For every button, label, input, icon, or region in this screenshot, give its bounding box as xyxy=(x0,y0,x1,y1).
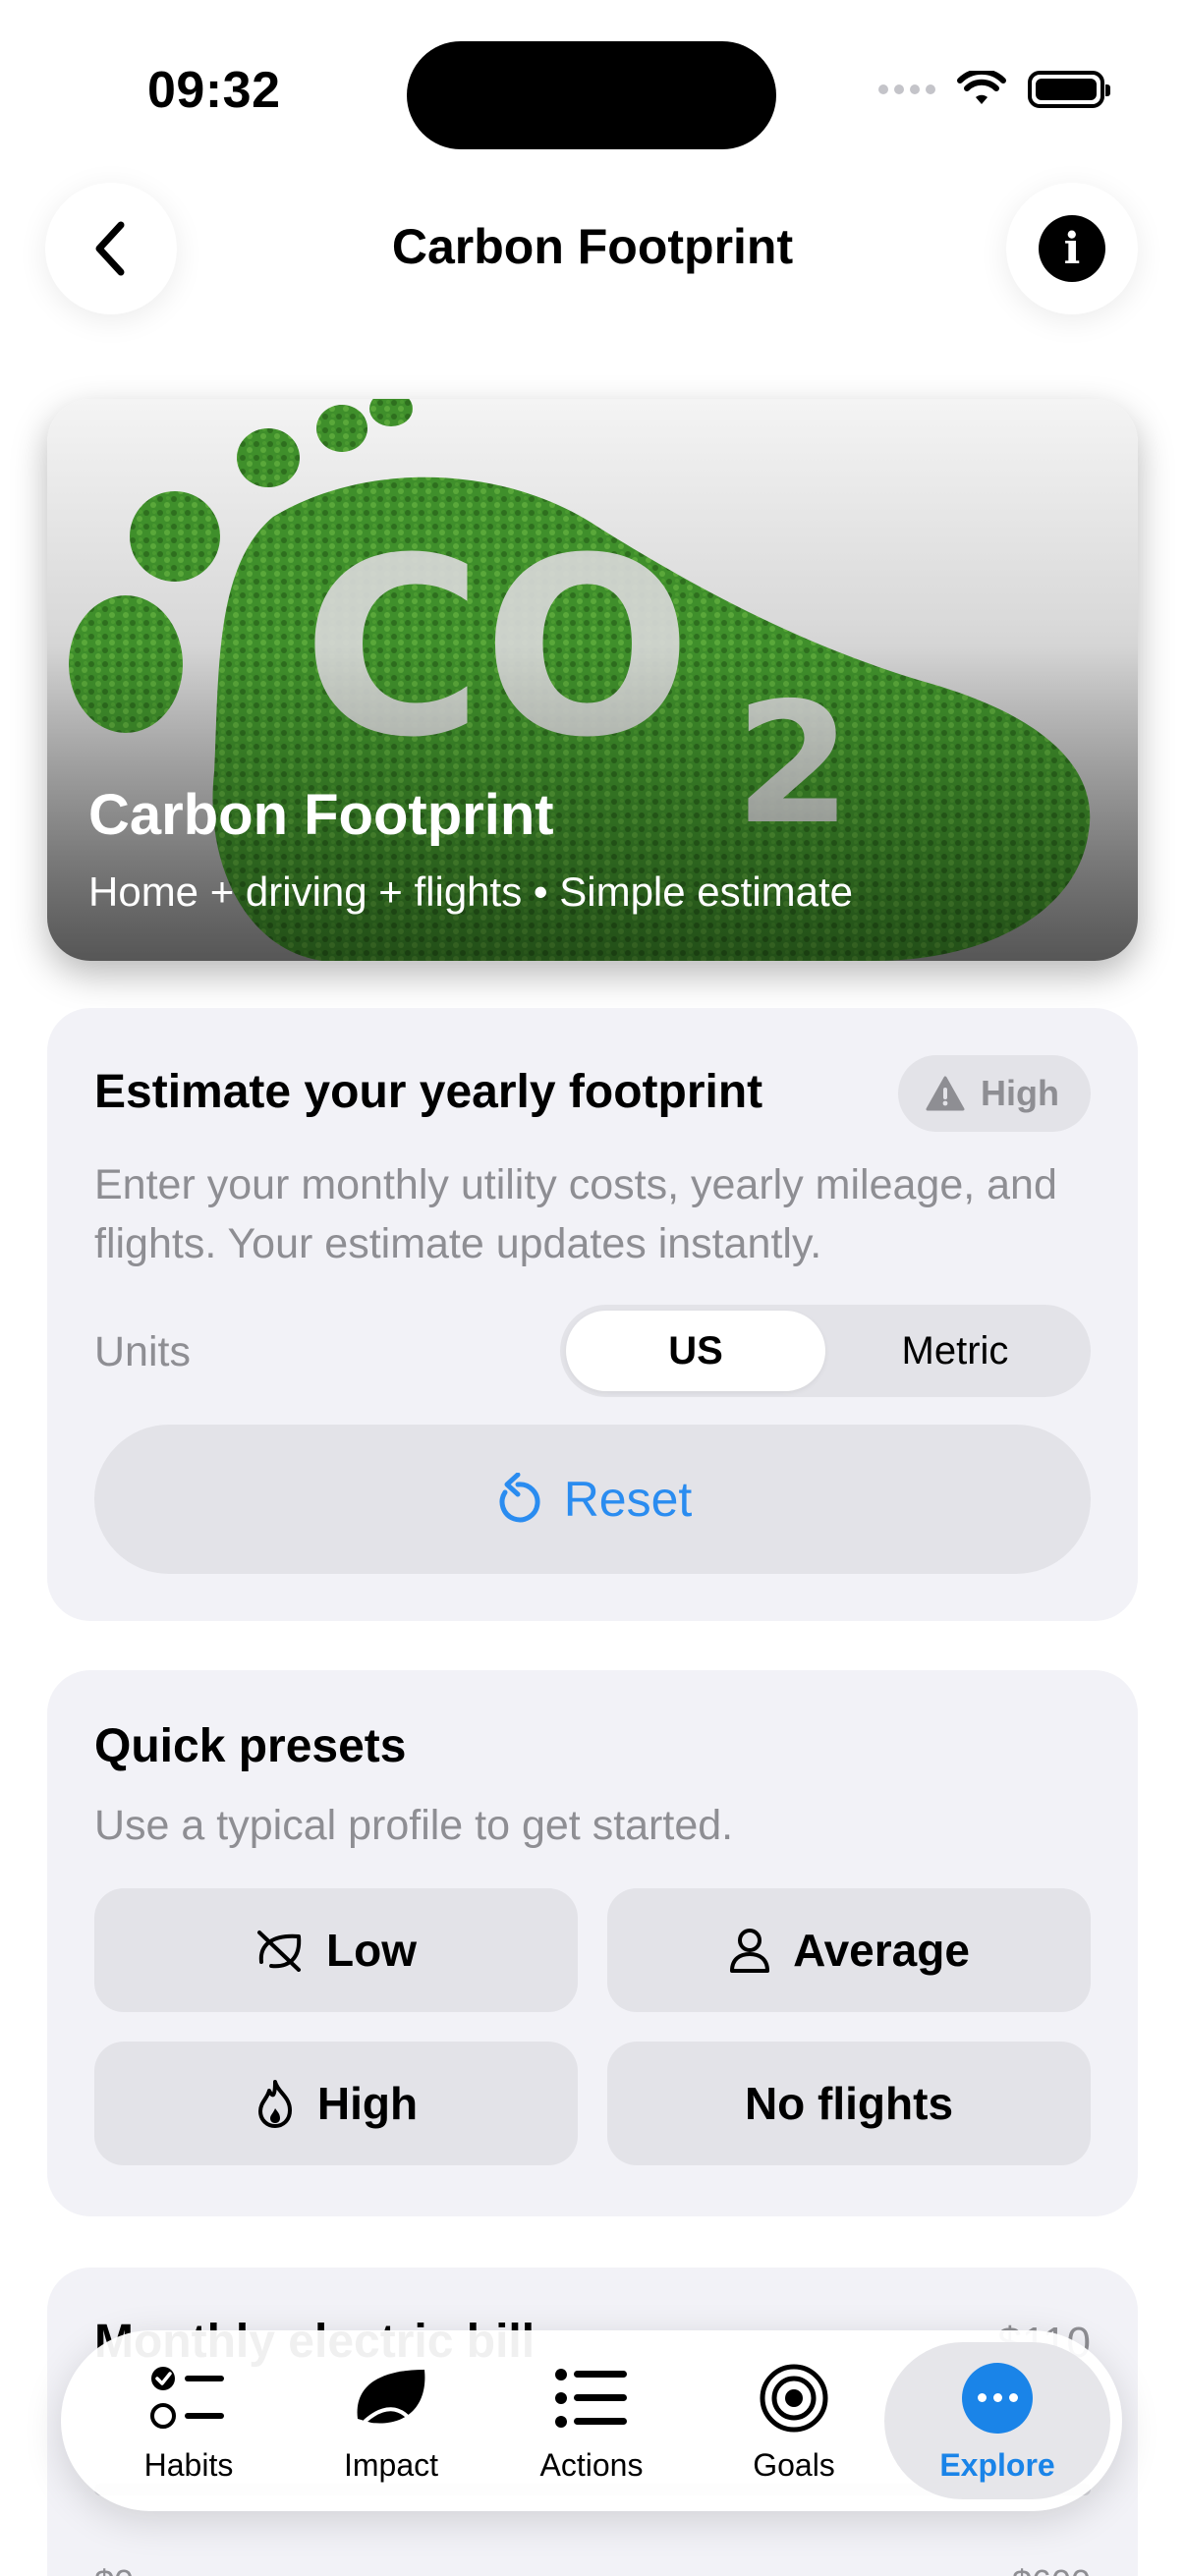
units-label: Units xyxy=(94,1328,191,1375)
tab-habits-label: Habits xyxy=(143,2446,234,2483)
leaf-slash-icon xyxy=(257,1931,302,1972)
estimate-description: Enter your monthly utility costs, yearly… xyxy=(94,1161,1057,1267)
tab-explore-label: Explore xyxy=(939,2446,1055,2483)
tab-actions-label: Actions xyxy=(539,2446,644,2483)
dynamic-island xyxy=(407,41,776,149)
reset-button[interactable]: Reset xyxy=(94,1425,1091,1574)
leaf-icon xyxy=(357,2369,425,2431)
units-option-metric[interactable]: Metric xyxy=(825,1311,1085,1391)
flame-icon xyxy=(257,2080,292,2128)
checklist-icon xyxy=(150,2366,224,2429)
warning-triangle-icon xyxy=(926,1076,965,1111)
preset-low-button[interactable]: Low xyxy=(94,1888,578,2012)
units-segmented-control[interactable]: US Metric xyxy=(560,1305,1091,1397)
presets-description: Use a typical profile to get started. xyxy=(94,1802,734,1849)
estimate-card: Estimate your yearly footprint High Ente… xyxy=(47,1008,1138,1621)
tab-impact-label: Impact xyxy=(343,2446,439,2483)
preset-low-label: Low xyxy=(326,1925,417,1976)
battery-icon xyxy=(1028,71,1110,108)
status-icons xyxy=(878,71,1110,108)
preset-average-button[interactable]: Average xyxy=(607,1888,1091,2012)
preset-average-label: Average xyxy=(793,1925,970,1976)
preset-high-button[interactable]: High xyxy=(94,2042,578,2165)
hero-subtitle: Home + driving + flights • Simple estima… xyxy=(88,868,854,915)
person-icon xyxy=(730,1929,770,1973)
info-icon: i xyxy=(1039,215,1105,282)
list-icon xyxy=(555,2368,627,2428)
tab-impact[interactable]: Impact xyxy=(293,2342,489,2499)
preset-no-flights-button[interactable]: No flights xyxy=(607,2042,1091,2165)
presets-card: Quick presets Use a typical profile to g… xyxy=(47,1670,1138,2216)
tab-habits[interactable]: Habits xyxy=(90,2342,287,2499)
preset-high-label: High xyxy=(316,2078,419,2129)
info-button[interactable]: i xyxy=(1006,183,1138,314)
tab-actions[interactable]: Actions xyxy=(493,2342,690,2499)
cellular-signal-icon xyxy=(878,84,935,94)
footprint-level-badge: High xyxy=(898,1055,1091,1132)
hero-card: CO 2 Carbon Footprint Home + driving + f… xyxy=(47,399,1138,961)
presets-title: Quick presets xyxy=(94,1720,407,1772)
ellipsis-circle-icon xyxy=(962,2362,1033,2434)
tab-explore[interactable]: Explore xyxy=(884,2342,1110,2499)
preset-no-flights-label: No flights xyxy=(744,2078,954,2129)
electric-bill-min: $0 xyxy=(94,2562,134,2576)
estimate-title: Estimate your yearly footprint xyxy=(94,1066,763,1118)
tab-goals[interactable]: Goals xyxy=(696,2342,892,2499)
tab-bar: Habits Impact Actions Goals Explore xyxy=(61,2330,1122,2511)
tab-goals-label: Goals xyxy=(753,2446,835,2483)
units-option-us[interactable]: US xyxy=(566,1311,825,1391)
reset-label: Reset xyxy=(563,1472,693,1527)
reset-arrow-icon xyxy=(499,1473,540,1523)
electric-bill-max: $600 xyxy=(1012,2562,1091,2576)
hero-title: Carbon Footprint xyxy=(88,783,554,847)
target-icon xyxy=(760,2364,828,2432)
badge-label: High xyxy=(981,1073,1059,1113)
wifi-icon xyxy=(957,71,1006,104)
status-time: 09:32 xyxy=(147,62,281,119)
